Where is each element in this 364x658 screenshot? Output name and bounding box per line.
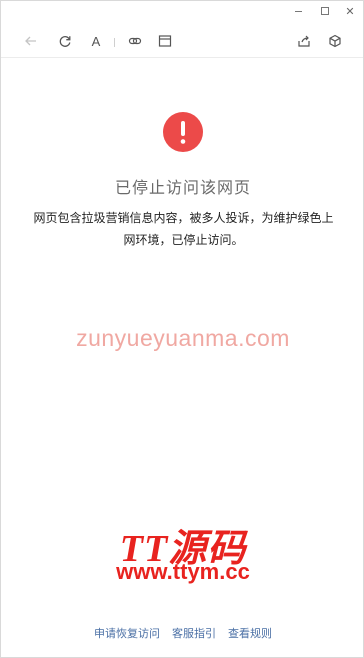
font-button[interactable]: A [86, 31, 106, 51]
refresh-button[interactable] [55, 31, 75, 51]
extensions-button[interactable] [325, 31, 345, 51]
minimize-icon [294, 10, 302, 12]
reader-icon [158, 35, 172, 47]
maximize-button[interactable] [315, 3, 335, 19]
share-icon [298, 35, 310, 47]
font-icon: A [91, 33, 101, 49]
support-guide-link[interactable]: 客服指引 [172, 625, 216, 641]
exclamation-icon [180, 121, 186, 144]
request-restore-link[interactable]: 申请恢复访问 [94, 625, 160, 641]
watermark-site: www.ttym.cc [116, 559, 250, 584]
toolbar: A [1, 25, 363, 58]
link-icon [128, 37, 142, 45]
browser-window: ✕ A 已停止访问该网页 网页包含拉圾营销信息内容，被多人投诉，为维护绿色上网环… [0, 0, 364, 658]
page-title: 已停止访问该网页 [114, 178, 251, 197]
close-icon: ✕ [345, 4, 355, 18]
back-button[interactable] [21, 31, 41, 51]
minimize-button[interactable] [288, 3, 308, 19]
page-description: 网页包含拉圾营销信息内容，被多人投诉，为维护绿色上网环境，已停止访问。 [33, 211, 334, 247]
share-button[interactable] [294, 31, 314, 51]
maximize-icon [321, 7, 329, 15]
toolbar-divider [114, 38, 115, 47]
back-arrow-icon [25, 36, 36, 46]
view-rules-link[interactable]: 查看规则 [228, 625, 272, 641]
cube-icon [329, 34, 341, 48]
refresh-icon [59, 36, 71, 47]
title-bar: ✕ [1, 1, 363, 21]
copy-link-button[interactable] [125, 31, 145, 51]
reader-mode-button[interactable] [155, 31, 175, 51]
footer-links: 申请恢复访问 客服指引 查看规则 [1, 625, 364, 641]
alert-badge [163, 112, 203, 152]
watermark-url: zunyueyuanma.com [76, 325, 290, 351]
close-button[interactable]: ✕ [340, 3, 360, 19]
